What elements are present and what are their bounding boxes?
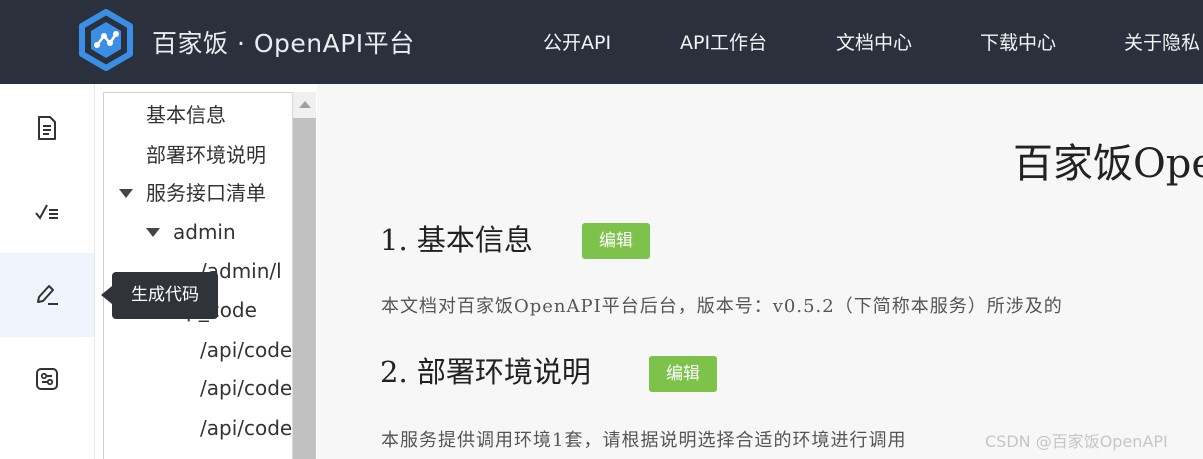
section-heading-deploy-env: 2. 部署环境说明 [380, 355, 591, 389]
checklist-icon [35, 204, 58, 220]
nav-public-api[interactable]: 公开API [543, 28, 611, 55]
nav-doc-center[interactable]: 文档中心 [836, 28, 912, 55]
tree-item-api-code-endpoint[interactable]: /api/code [200, 411, 292, 445]
sidebar-generate-code-button[interactable] [0, 253, 94, 337]
document-icon [38, 116, 56, 140]
edit-basic-info-button[interactable]: 编辑 [582, 223, 650, 259]
edit-deploy-env-button[interactable]: 编辑 [649, 356, 717, 392]
sidebar-document-button[interactable] [0, 86, 94, 170]
sidebar-settings-button[interactable] [0, 337, 94, 421]
nav-download-center[interactable]: 下载中心 [980, 28, 1056, 55]
section-paragraph: 本文档对百家饭OpenAPI平台后台，版本号：v0.5.2（下简称本服务）所涉及… [381, 296, 1063, 317]
tree-item-deploy-env[interactable]: 部署环境说明 [146, 138, 266, 172]
tree-item-api-code-endpoint[interactable]: /api/code [200, 371, 292, 405]
document-content: 百家饭Ope 1. 基本信息 编辑 本文档对百家饭OpenAPI平台后台，版本号… [317, 84, 1203, 459]
settings-sliders-icon [36, 368, 58, 390]
tree-item-service-api-list[interactable]: 服务接口清单 [146, 176, 266, 210]
tree-item-admin[interactable]: admin [173, 215, 236, 249]
icon-sidebar [0, 84, 95, 459]
section-heading-basic-info: 1. 基本信息 [380, 223, 533, 257]
nav-about-privacy[interactable]: 关于隐私 [1124, 28, 1200, 55]
scroll-up-arrow-icon[interactable] [293, 92, 316, 116]
caret-down-icon[interactable] [146, 228, 160, 237]
document-title: 百家饭Ope [1013, 141, 1203, 187]
logo-icon[interactable] [78, 9, 134, 71]
caret-down-icon[interactable] [119, 189, 133, 198]
sidebar-checklist-button[interactable] [0, 170, 94, 254]
top-navbar: 百家饭 · OpenAPI平台 公开API API工作台 文档中心 下载中心 关… [0, 0, 1203, 84]
scroll-thumb[interactable] [293, 118, 316, 459]
section-paragraph: 本服务提供调用环境1套，请根据说明选择合适的环境进行调用 [381, 430, 907, 451]
tree-item-api-code-endpoint[interactable]: /api/code [200, 333, 292, 367]
tree-item-basic-info[interactable]: 基本信息 [146, 98, 226, 132]
tooltip-arrow [101, 286, 112, 304]
edit-pen-icon [37, 285, 58, 305]
nav-api-workbench[interactable]: API工作台 [680, 28, 767, 55]
generate-code-tooltip: 生成代码 [112, 272, 218, 319]
brand-title[interactable]: 百家饭 · OpenAPI平台 [152, 24, 415, 60]
csdn-watermark: CSDN @百家饭OpenAPI [985, 432, 1168, 451]
tree-scrollbar[interactable] [292, 92, 316, 459]
